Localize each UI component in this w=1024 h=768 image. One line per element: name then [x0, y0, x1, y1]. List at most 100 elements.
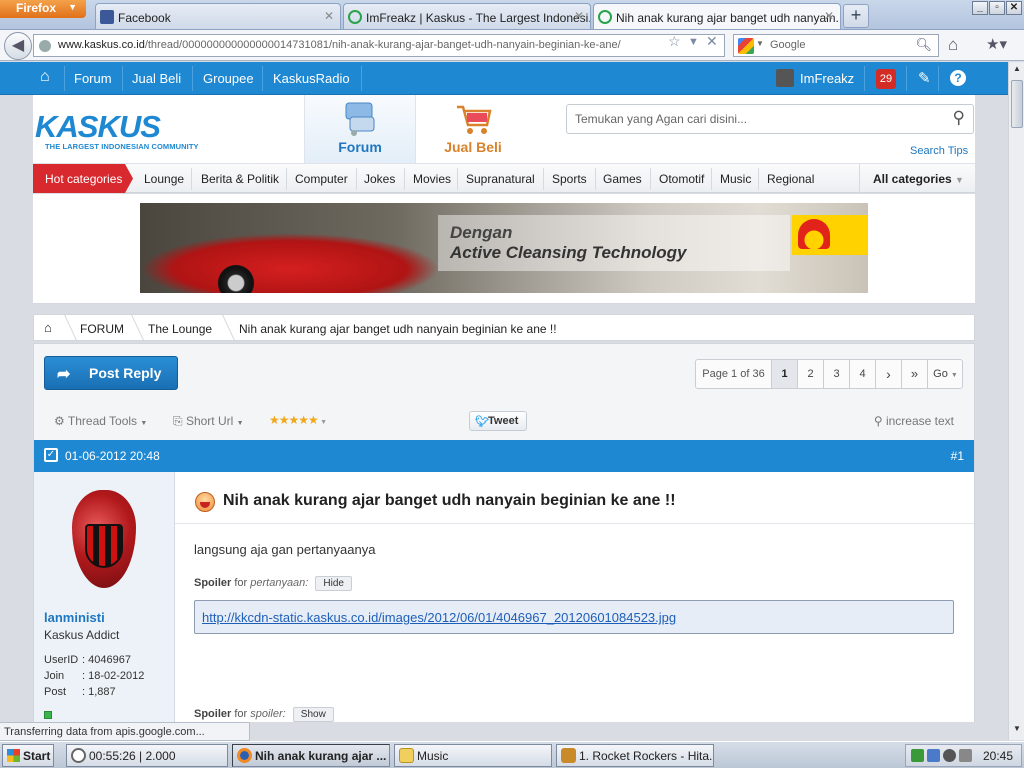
task-media-player[interactable]: 1. Rocket Rockers - Hita... [556, 744, 714, 767]
scroll-thumb[interactable] [1011, 80, 1023, 128]
pencil-icon[interactable]: ✎ [918, 69, 931, 87]
ad-banner[interactable]: Dengan Active Cleansing Technology [140, 203, 868, 293]
tweet-button[interactable]: 🐦︎ Tweet [469, 411, 527, 431]
kaskus-logo[interactable]: KASKUS THE LARGEST INDONESIAN COMMUNITY [35, 109, 215, 151]
clock[interactable]: 20:45 [983, 749, 1013, 763]
url-host: www.kaskus.co.id [58, 39, 145, 51]
username-link[interactable]: ImFreakz [800, 71, 854, 86]
nav-forum[interactable]: Forum [74, 71, 112, 86]
spoiler-hide-button[interactable]: Hide [315, 576, 352, 591]
home-icon[interactable]: ⌂ [40, 68, 50, 86]
scroll-down-icon[interactable]: ▼ [1011, 724, 1023, 738]
search-icon[interactable]: ⚲ [953, 108, 965, 128]
category-supranatural[interactable]: Supranatural [466, 172, 535, 186]
google-icon[interactable] [738, 38, 754, 54]
tab-jual-beli[interactable]: Jual Beli [417, 95, 529, 163]
back-button[interactable]: ◀ [4, 32, 32, 60]
close-tab-icon[interactable]: ✕ [574, 9, 584, 23]
tab-facebook[interactable]: Facebook ✕ [95, 3, 341, 29]
tab-current-thread[interactable]: Nih anak kurang ajar banget udh nanyain.… [593, 3, 841, 29]
increase-text-button[interactable]: ⚲ increase text [874, 414, 954, 428]
new-tab-button[interactable]: + [843, 4, 869, 28]
nav-jual-beli[interactable]: Jual Beli [132, 71, 181, 86]
category-otomotif[interactable]: Otomotif [659, 172, 704, 186]
volume-icon[interactable] [943, 749, 956, 762]
home-icon[interactable]: ⌂ [44, 320, 52, 335]
divider [864, 66, 865, 91]
minimize-button[interactable]: _ [972, 1, 988, 15]
maximize-button[interactable]: ▫ [989, 1, 1005, 15]
page-1[interactable]: 1 [771, 360, 797, 388]
site-identity-icon[interactable] [39, 40, 51, 52]
firefox-menu-button[interactable]: Firefox ▼ [0, 0, 86, 18]
engine-dropdown-icon[interactable]: ▼ [756, 39, 764, 48]
task-music-folder[interactable]: Music [394, 744, 552, 767]
close-tab-icon[interactable]: ✕ [824, 9, 834, 23]
category-sports[interactable]: Sports [552, 172, 587, 186]
page-scrollbar[interactable]: ▲ ▼ [1008, 62, 1024, 740]
post-count-value: : 1,887 [82, 686, 116, 698]
notification-badge[interactable]: 29 [876, 69, 896, 89]
join-label: Join [44, 670, 65, 682]
post-number-link[interactable]: #1 [951, 449, 964, 463]
pagination: Page 1 of 36 1 2 3 4 › » Go ▼ [695, 359, 963, 389]
site-search-input[interactable]: Temukan yang Agan cari disini... ⚲ [566, 104, 974, 134]
search-bar[interactable]: ▼ Google 🔍︎ [733, 34, 939, 57]
stop-icon[interactable]: ✕ [706, 33, 718, 50]
spoiler-show-button[interactable]: Show [292, 707, 334, 722]
search-icon[interactable]: 🔍︎ [915, 37, 932, 53]
page-2[interactable]: 2 [797, 360, 823, 388]
browser-titlebar: Firefox ▼ Facebook ✕ ImFreakz | Kaskus - … [0, 0, 1024, 30]
category-regional[interactable]: Regional [767, 172, 814, 186]
nav-groupee[interactable]: Groupee [203, 71, 254, 86]
image-link[interactable]: http://kkcdn-static.kaskus.co.id/images/… [202, 610, 676, 625]
history-dropdown-icon[interactable]: ▼ [688, 36, 699, 48]
thread-tools-dropdown[interactable]: ⚙ Thread Tools ▼ [54, 414, 147, 428]
rating-stars[interactable]: ★★★★★ ▼ [269, 413, 327, 427]
category-jokes[interactable]: Jokes [364, 172, 395, 186]
tab-kaskus-profile[interactable]: ImFreakz | Kaskus - The Largest Indonesi… [343, 3, 591, 29]
url-bar[interactable]: www.kaskus.co.id/thread/0000000000000000… [33, 34, 725, 57]
help-icon[interactable]: ? [950, 70, 966, 86]
go-dropdown[interactable]: Go ▼ [927, 360, 963, 388]
page-3[interactable]: 3 [823, 360, 849, 388]
security-icon[interactable] [927, 749, 940, 762]
close-tab-icon[interactable]: ✕ [324, 9, 334, 23]
device-icon[interactable] [959, 749, 972, 762]
breadcrumb-forum[interactable]: FORUM [80, 322, 124, 336]
scroll-up-icon[interactable]: ▲ [1011, 64, 1023, 78]
task-timer[interactable]: 00:55:26 | 2.000 [66, 744, 228, 767]
hot-categories[interactable]: Hot categories [33, 164, 133, 193]
category-games[interactable]: Games [603, 172, 642, 186]
category-movies[interactable]: Movies [413, 172, 451, 186]
category-music[interactable]: Music [720, 172, 751, 186]
category-lounge[interactable]: Lounge [144, 172, 184, 186]
network-icon[interactable] [911, 749, 924, 762]
all-categories-dropdown[interactable]: All categories ▼ [859, 164, 975, 193]
bookmarks-icon[interactable]: ★▾ [986, 35, 1007, 53]
short-url-dropdown[interactable]: ⎘ Short Url ▼ [173, 414, 244, 429]
kaskus-topbar: ⌂ Forum Jual Beli Groupee KaskusRadio Im… [0, 62, 1008, 95]
avatar[interactable] [72, 490, 136, 588]
task-firefox[interactable]: Nih anak kurang ajar ... [232, 744, 390, 767]
last-page-button[interactable]: » [901, 360, 927, 388]
next-page-button[interactable]: › [875, 360, 901, 388]
author-name-link[interactable]: lanministi [44, 610, 105, 625]
divider [64, 66, 65, 91]
bookmark-star-icon[interactable]: ☆ [668, 33, 681, 50]
page-4[interactable]: 4 [849, 360, 875, 388]
ad-banner-container: Dengan Active Cleansing Technology [33, 194, 975, 304]
category-computer[interactable]: Computer [295, 172, 348, 186]
home-icon[interactable]: ⌂ [948, 35, 958, 55]
post-reply-button[interactable]: ➦ Post Reply [44, 356, 178, 390]
category-berita-politik[interactable]: Berita & Politik [201, 172, 279, 186]
search-tips-link[interactable]: Search Tips [910, 145, 968, 157]
checkbox-icon[interactable]: ✓ [44, 448, 58, 462]
breadcrumb-lounge[interactable]: The Lounge [148, 322, 212, 336]
thread-container: ➦ Post Reply Page 1 of 36 1 2 3 4 › » Go… [33, 343, 975, 722]
close-window-button[interactable]: ✕ [1006, 1, 1022, 15]
tab-forum[interactable]: Forum [304, 95, 416, 163]
start-button[interactable]: Start [2, 744, 54, 767]
user-avatar[interactable] [776, 69, 794, 87]
nav-kaskusradio[interactable]: KaskusRadio [273, 71, 350, 86]
